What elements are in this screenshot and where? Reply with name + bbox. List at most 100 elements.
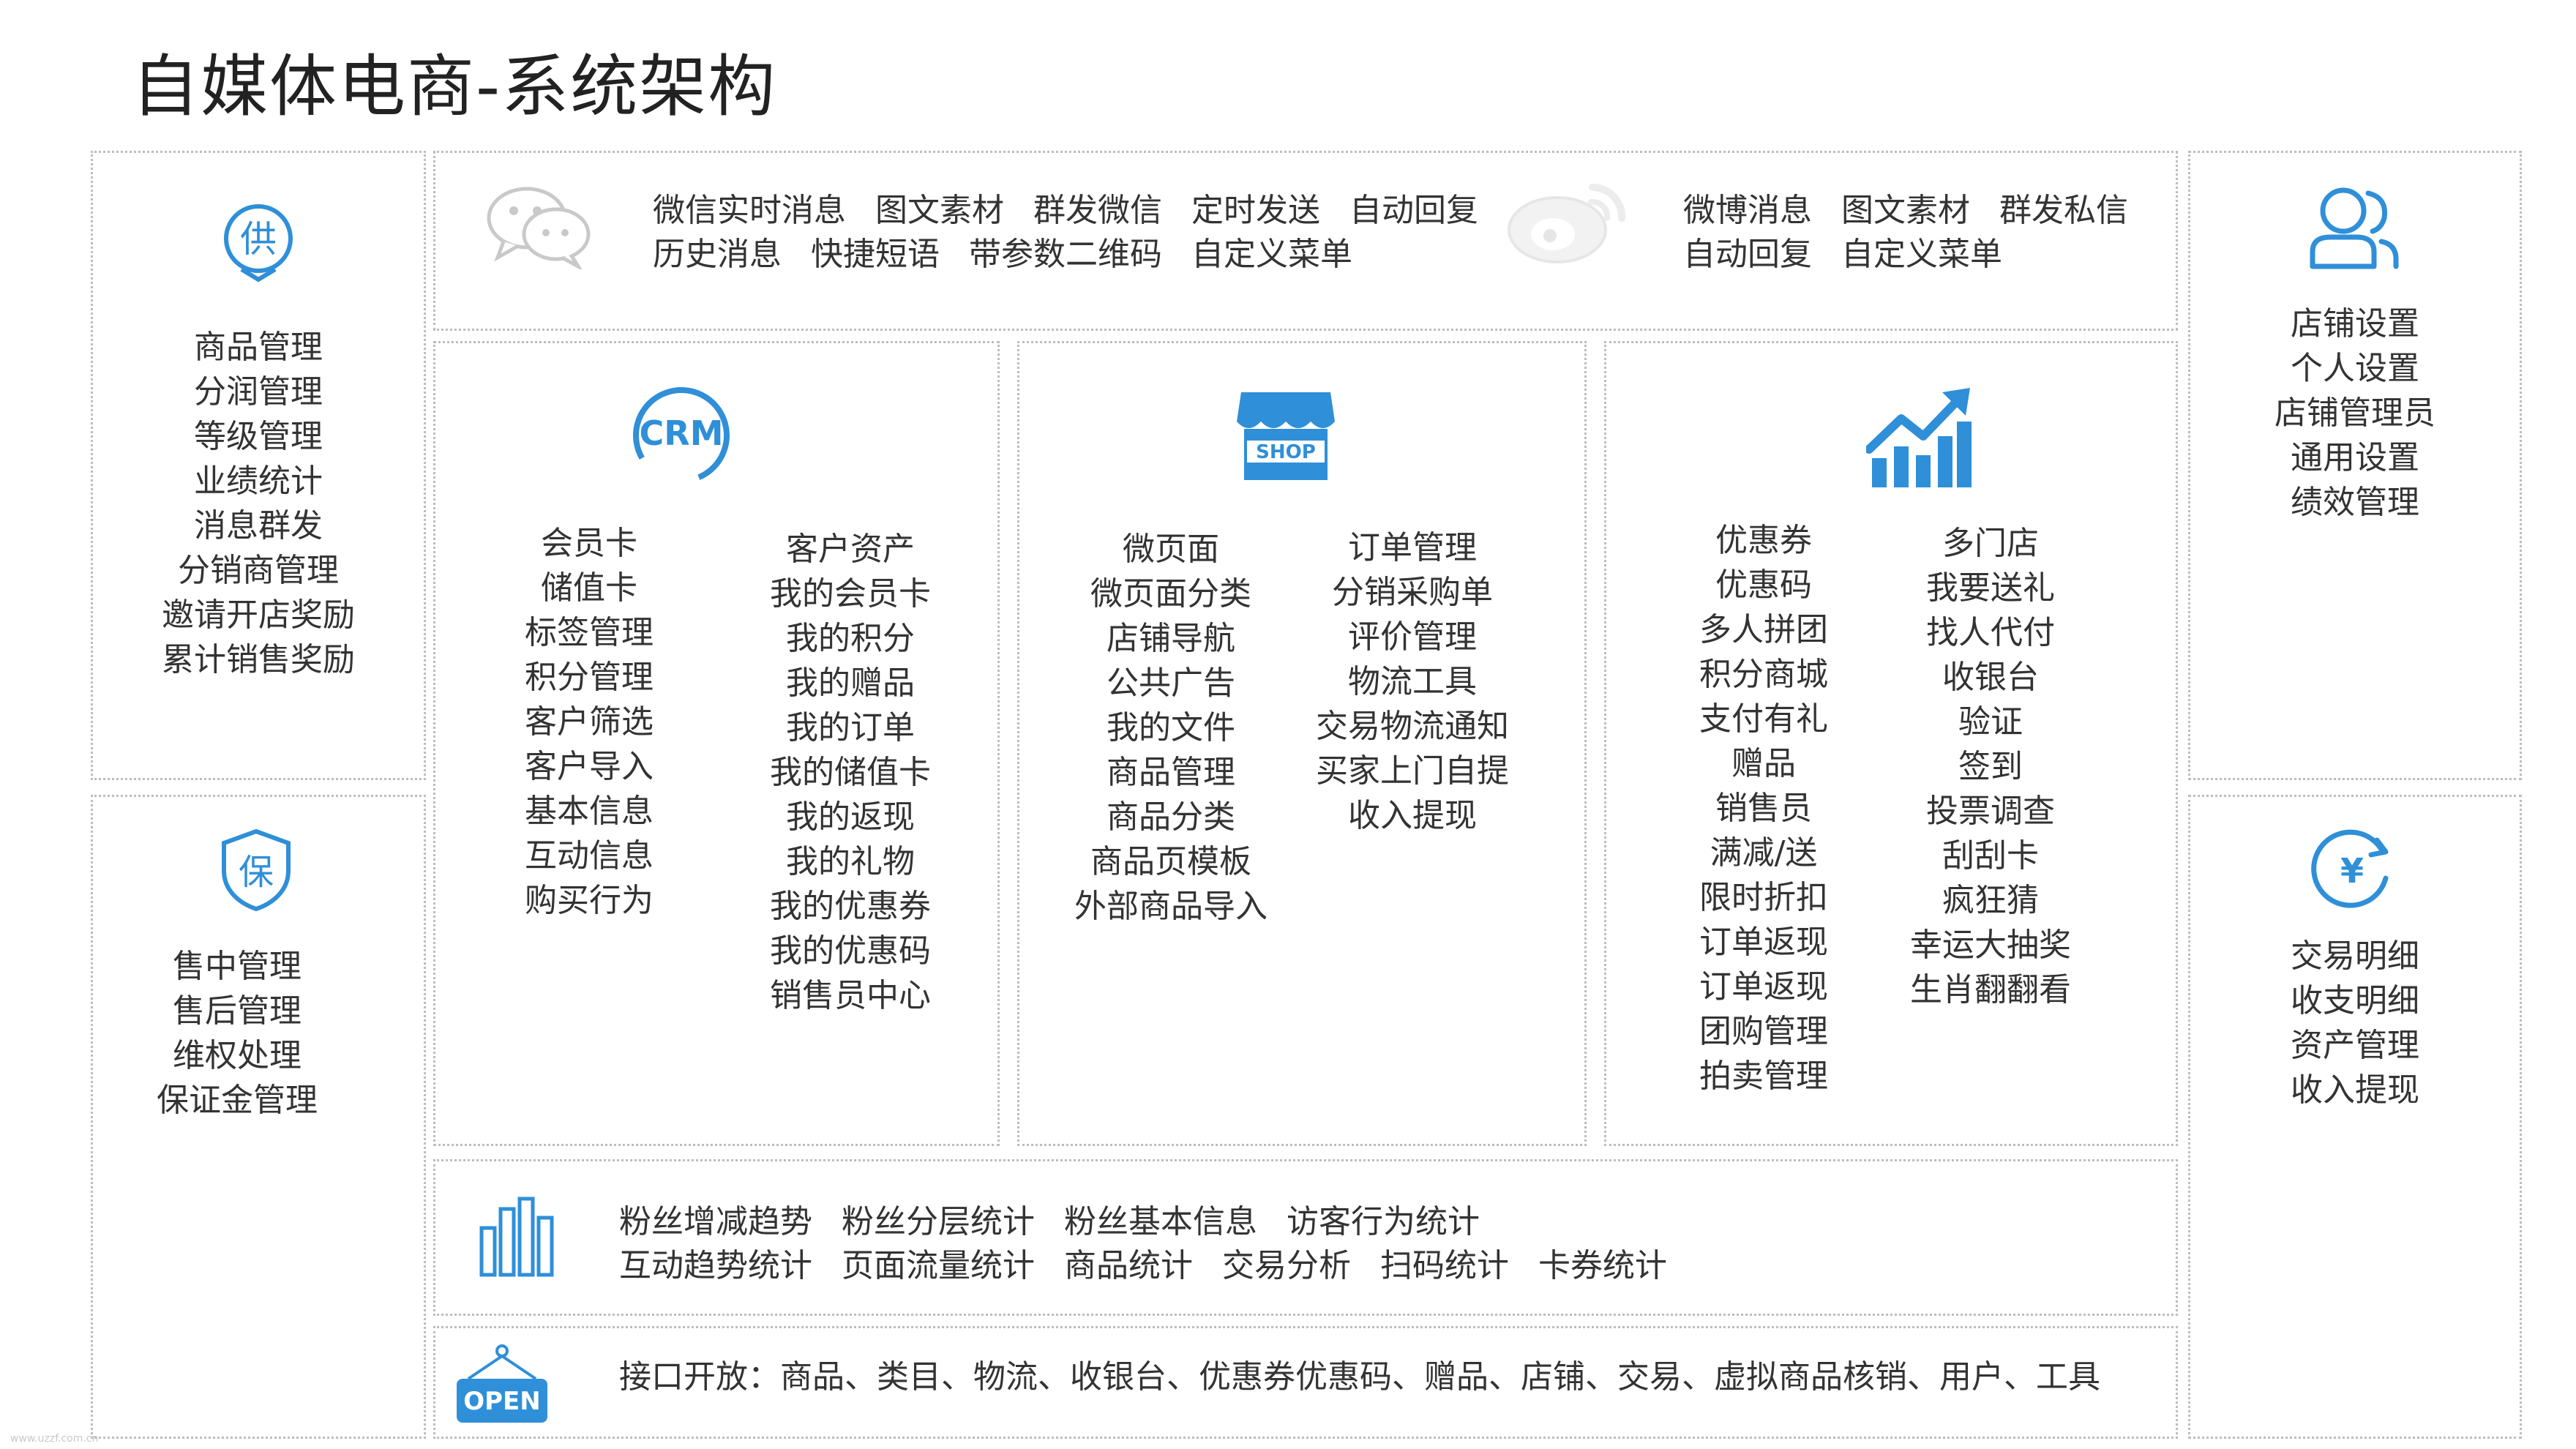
svg-text:CRM: CRM xyxy=(640,413,724,453)
list-item: 团购管理 xyxy=(1699,1013,1828,1050)
list-item: 签到 xyxy=(1958,748,2023,785)
list-item: 交易明细 xyxy=(2291,937,2419,975)
shop-list-right: 订单管理 分销采购单 评价管理 物流工具 交易物流通知 买家上门自提 收入提现 xyxy=(1288,525,1537,838)
list-item: 业绩统计 xyxy=(194,463,323,500)
list-item: 多人拼团 xyxy=(1699,611,1828,648)
list-item: 分润管理 xyxy=(194,373,323,411)
list-item: 订单返现 xyxy=(1699,968,1828,1006)
list-item: 保证金管理 xyxy=(157,1082,318,1119)
list-item: 绩效管理 xyxy=(2291,484,2419,521)
list-item: 我的会员卡 xyxy=(770,575,931,613)
list-item: 店铺管理员 xyxy=(2274,394,2435,432)
feature-item: 历史消息 xyxy=(653,236,782,273)
list-item: 维权处理 xyxy=(173,1037,302,1074)
list-item: 我的积分 xyxy=(786,620,915,657)
list-item: 收银台 xyxy=(1942,659,2039,696)
list-item: 累计销售奖励 xyxy=(162,641,355,678)
list-item: 交易物流通知 xyxy=(1316,708,1509,745)
list-item: 个人设置 xyxy=(2291,350,2419,387)
crm-list-left: 会员卡 储值卡 标签管理 积分管理 客户筛选 客户导入 基本信息 互动信息 购买行为 xyxy=(505,521,673,923)
feature-item: 互动趋势统计 xyxy=(619,1247,812,1284)
list-item: 邀请开店奖励 xyxy=(162,596,355,634)
list-item: 我的文件 xyxy=(1107,709,1235,746)
list-item: 分销采购单 xyxy=(1332,574,1493,611)
list-item: 疯狂猜 xyxy=(1942,882,2039,919)
wechat-icon xyxy=(484,181,593,272)
list-item: 基本信息 xyxy=(525,793,654,830)
feature-item: 扫码统计 xyxy=(1380,1247,1509,1284)
list-item: 投票调查 xyxy=(1926,793,2055,830)
list-item: 幸运大抽奖 xyxy=(1910,926,2071,964)
list-item: 收入提现 xyxy=(2291,1071,2419,1109)
feature-item: 群发微信 xyxy=(1033,192,1162,229)
feature-item: 图文素材 xyxy=(1841,192,1970,229)
crm-list-right: 客户资产 我的会员卡 我的积分 我的赠品 我的订单 我的储值卡 我的返现 我的礼物 我的优惠券我… xyxy=(757,527,944,1018)
finance-list: 交易明细 收支明细 资产管理 收入提现 xyxy=(2188,934,2522,1112)
list-item: 公共广告 xyxy=(1107,664,1235,702)
list-item: 分销商管理 xyxy=(178,552,339,589)
list-item: 商品分类 xyxy=(1107,798,1235,836)
list-item: 我要送礼 xyxy=(1926,569,2055,607)
yuan-icon: ¥ xyxy=(2310,827,2396,913)
list-item: 多门店 xyxy=(1942,525,2039,562)
feature-item: 图文素材 xyxy=(875,192,1004,229)
api-text: 接口开放：商品、类目、物流、收银台、优惠券优惠码、赠品、店铺、交易、虚拟商品核销… xyxy=(619,1358,2100,1396)
svg-text:保: 保 xyxy=(239,852,274,893)
feature-item: 群发私信 xyxy=(1999,192,2128,229)
shop-list-left: 微页面 微页面分类 店铺导航 公共广告 我的文件 商品管理 商品分类 商品页模板 外部商品导入 xyxy=(1054,527,1288,929)
list-item: 客户导入 xyxy=(525,748,654,785)
open-sign-icon: OPEN xyxy=(454,1344,550,1426)
list-item: 储值卡 xyxy=(541,569,637,607)
list-item: 我的储值卡 xyxy=(770,754,931,791)
list-item: 找人代付 xyxy=(1926,614,2055,651)
svg-text:¥: ¥ xyxy=(2340,851,2364,891)
list-item: 标签管理 xyxy=(525,614,654,651)
list-item: 等级管理 xyxy=(194,418,323,455)
feature-item: 微博消息 xyxy=(1683,192,1812,229)
settings-list: 店铺设置个人设置店铺管理员通用设置绩效管理 xyxy=(2188,302,2522,525)
list-item: 收入提现 xyxy=(1348,797,1477,834)
list-item: 通用设置 xyxy=(2291,439,2419,476)
shield-icon: 保 xyxy=(217,827,296,913)
feature-item: 粉丝基本信息 xyxy=(1064,1203,1257,1240)
crm-icon: CRM xyxy=(629,383,733,487)
svg-text:SHOP: SHOP xyxy=(1256,441,1316,463)
weibo-icon xyxy=(1505,173,1629,268)
list-item: 我的赠品 xyxy=(786,664,915,702)
guarantee-list: 售中管理售后管理维权处理保证金管理 xyxy=(91,944,383,1123)
list-item: 商品管理 xyxy=(1107,754,1235,791)
list-item: 订单返现 xyxy=(1699,924,1828,961)
list-item: 优惠券 xyxy=(1715,522,1812,559)
list-item: 物流工具 xyxy=(1348,663,1477,700)
list-item: 店铺设置 xyxy=(2291,305,2419,342)
list-item: 我的订单 xyxy=(786,709,915,746)
list-item: 验证 xyxy=(1958,703,2023,741)
list-item: 买家上门自提 xyxy=(1316,752,1509,790)
watermark: www.uzzf.com.cn xyxy=(10,1433,99,1445)
users-icon xyxy=(2308,183,2400,274)
list-item: 我的优惠券 xyxy=(770,888,931,925)
feature-item: 交易分析 xyxy=(1222,1247,1351,1284)
wechat-features: 微信实时消息 图文素材 群发微信 定时发送 自动回复 历史消息 快捷短语 带参数二维码 自定义菜… xyxy=(653,189,1508,277)
shop-icon: SHOP xyxy=(1234,386,1338,484)
list-item: 客户资产 xyxy=(786,531,915,568)
feature-item: 粉丝分层统计 xyxy=(842,1203,1035,1240)
bar-chart-icon xyxy=(477,1196,556,1278)
list-item: 我的优惠码 xyxy=(770,932,931,970)
feature-item: 自动回复 xyxy=(1683,236,1812,273)
list-item: 客户筛选 xyxy=(525,703,654,741)
list-item: 售中管理 xyxy=(173,948,302,985)
feature-item: 快捷短语 xyxy=(811,236,940,273)
feature-item: 微信实时消息 xyxy=(653,192,846,229)
list-item: 店铺导航 xyxy=(1107,620,1235,657)
list-item: 满减/送 xyxy=(1710,834,1818,872)
feature-item: 自动回复 xyxy=(1349,192,1478,229)
list-item: 售后管理 xyxy=(173,992,302,1030)
list-item: 支付有礼 xyxy=(1699,700,1828,738)
svg-text:供: 供 xyxy=(240,218,277,261)
list-item: 商品管理 xyxy=(194,329,323,366)
feature-item: 粉丝增减趋势 xyxy=(619,1203,812,1240)
list-item: 限时折扣 xyxy=(1699,879,1828,916)
weibo-features: 微博消息 图文素材 群发私信 自动回复 自定义菜单 xyxy=(1683,189,2157,277)
list-item: 生肖翻翻看 xyxy=(1910,971,2071,1008)
